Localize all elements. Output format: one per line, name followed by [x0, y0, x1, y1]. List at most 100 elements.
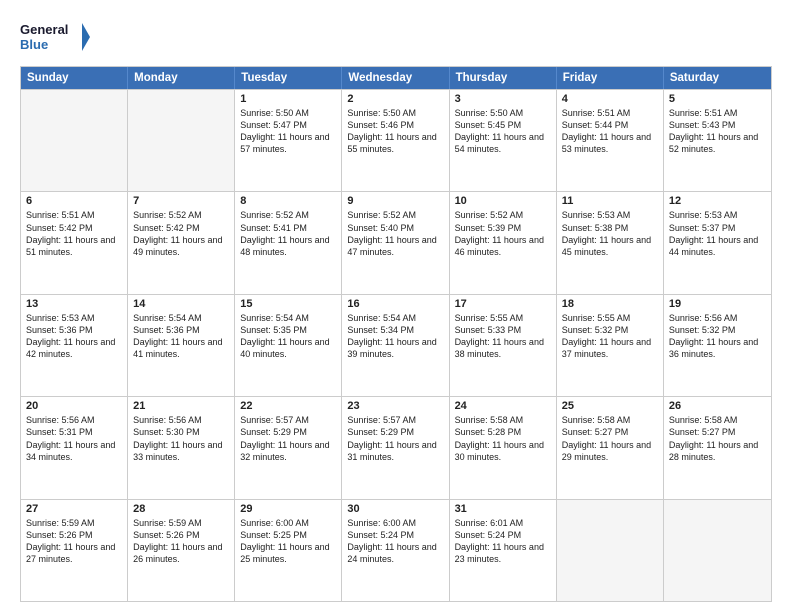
- day-info: Sunrise: 5:51 AM Sunset: 5:42 PM Dayligh…: [26, 209, 122, 258]
- day-cell-13: 13Sunrise: 5:53 AM Sunset: 5:36 PM Dayli…: [21, 295, 128, 396]
- day-number: 1: [240, 93, 336, 105]
- day-cell-4: 4 Sunrise: 5:51 AM Sunset: 5:44 PM Daylig…: [557, 90, 664, 191]
- header-day-tuesday: Tuesday: [235, 67, 342, 89]
- header: General Blue: [20, 18, 772, 56]
- day-cell-20: 20 Sunrise: 5:56 AM Sunset: 5:31 PM Dayli…: [21, 397, 128, 498]
- svg-text:Blue: Blue: [20, 37, 48, 52]
- day-number: 20: [26, 400, 122, 412]
- day-info: Sunrise: 5:57 AM Sunset: 5:29 PM Dayligh…: [240, 414, 336, 463]
- day-info: Sunrise: 5:51 AM Sunset: 5:43 PM Dayligh…: [669, 107, 766, 156]
- day-number: 2: [347, 93, 443, 105]
- day-cell-19: 19 Sunrise: 5:56 AM Sunset: 5:32 PM Dayli…: [664, 295, 771, 396]
- day-number: 3: [455, 93, 551, 105]
- calendar-row-4: 27Sunrise: 5:59 AM Sunset: 5:26 PM Dayli…: [21, 499, 771, 601]
- header-day-saturday: Saturday: [664, 67, 771, 89]
- day-cell-17: 17Sunrise: 5:55 AM Sunset: 5:33 PM Dayli…: [450, 295, 557, 396]
- day-info: Sunrise: 5:54 AM Sunset: 5:36 PM Dayligh…: [133, 312, 229, 361]
- day-cell-15: 15 Sunrise: 5:54 AM Sunset: 5:35 PM Dayli…: [235, 295, 342, 396]
- day-info: Sunrise: 5:52 AM Sunset: 5:41 PM Dayligh…: [240, 209, 336, 258]
- day-number: 15: [240, 298, 336, 310]
- calendar-row-0: 1 Sunrise: 5:50 AM Sunset: 5:47 PM Daylig…: [21, 89, 771, 191]
- day-cell-28: 28Sunrise: 5:59 AM Sunset: 5:26 PM Dayli…: [128, 500, 235, 601]
- day-cell-25: 25Sunrise: 5:58 AM Sunset: 5:27 PM Dayli…: [557, 397, 664, 498]
- day-info: Sunrise: 5:50 AM Sunset: 5:46 PM Dayligh…: [347, 107, 443, 156]
- calendar-row-3: 20 Sunrise: 5:56 AM Sunset: 5:31 PM Dayli…: [21, 396, 771, 498]
- day-number: 8: [240, 195, 336, 207]
- day-number: 24: [455, 400, 551, 412]
- day-number: 30: [347, 503, 443, 515]
- day-info: Sunrise: 5:57 AM Sunset: 5:29 PM Dayligh…: [347, 414, 443, 463]
- day-cell-21: 21 Sunrise: 5:56 AM Sunset: 5:30 PM Dayli…: [128, 397, 235, 498]
- day-info: Sunrise: 6:01 AM Sunset: 5:24 PM Dayligh…: [455, 517, 551, 566]
- empty-cell: [128, 90, 235, 191]
- empty-cell: [21, 90, 128, 191]
- logo-svg: General Blue: [20, 18, 90, 56]
- day-info: Sunrise: 5:51 AM Sunset: 5:44 PM Dayligh…: [562, 107, 658, 156]
- day-cell-12: 12 Sunrise: 5:53 AM Sunset: 5:37 PM Dayli…: [664, 192, 771, 293]
- day-cell-14: 14Sunrise: 5:54 AM Sunset: 5:36 PM Dayli…: [128, 295, 235, 396]
- empty-cell: [557, 500, 664, 601]
- day-cell-9: 9 Sunrise: 5:52 AM Sunset: 5:40 PM Daylig…: [342, 192, 449, 293]
- day-number: 18: [562, 298, 658, 310]
- day-info: Sunrise: 5:58 AM Sunset: 5:27 PM Dayligh…: [562, 414, 658, 463]
- day-info: Sunrise: 5:53 AM Sunset: 5:36 PM Dayligh…: [26, 312, 122, 361]
- header-day-sunday: Sunday: [21, 67, 128, 89]
- day-number: 31: [455, 503, 551, 515]
- day-cell-31: 31 Sunrise: 6:01 AM Sunset: 5:24 PM Dayli…: [450, 500, 557, 601]
- day-number: 19: [669, 298, 766, 310]
- day-info: Sunrise: 5:50 AM Sunset: 5:47 PM Dayligh…: [240, 107, 336, 156]
- day-info: Sunrise: 5:56 AM Sunset: 5:30 PM Dayligh…: [133, 414, 229, 463]
- day-info: Sunrise: 5:52 AM Sunset: 5:40 PM Dayligh…: [347, 209, 443, 258]
- calendar-row-1: 6Sunrise: 5:51 AM Sunset: 5:42 PM Daylig…: [21, 191, 771, 293]
- day-info: Sunrise: 5:56 AM Sunset: 5:32 PM Dayligh…: [669, 312, 766, 361]
- day-info: Sunrise: 5:58 AM Sunset: 5:27 PM Dayligh…: [669, 414, 766, 463]
- day-cell-18: 18 Sunrise: 5:55 AM Sunset: 5:32 PM Dayli…: [557, 295, 664, 396]
- day-cell-23: 23 Sunrise: 5:57 AM Sunset: 5:29 PM Dayli…: [342, 397, 449, 498]
- day-number: 26: [669, 400, 766, 412]
- header-day-wednesday: Wednesday: [342, 67, 449, 89]
- day-number: 28: [133, 503, 229, 515]
- day-number: 4: [562, 93, 658, 105]
- day-number: 12: [669, 195, 766, 207]
- day-cell-10: 10Sunrise: 5:52 AM Sunset: 5:39 PM Dayli…: [450, 192, 557, 293]
- page: General Blue SundayMondayTuesdayWednesda…: [0, 0, 792, 612]
- day-info: Sunrise: 5:52 AM Sunset: 5:39 PM Dayligh…: [455, 209, 551, 258]
- day-info: Sunrise: 5:53 AM Sunset: 5:38 PM Dayligh…: [562, 209, 658, 258]
- header-day-monday: Monday: [128, 67, 235, 89]
- day-info: Sunrise: 5:56 AM Sunset: 5:31 PM Dayligh…: [26, 414, 122, 463]
- day-cell-7: 7Sunrise: 5:52 AM Sunset: 5:42 PM Daylig…: [128, 192, 235, 293]
- day-info: Sunrise: 5:53 AM Sunset: 5:37 PM Dayligh…: [669, 209, 766, 258]
- day-cell-30: 30Sunrise: 6:00 AM Sunset: 5:24 PM Dayli…: [342, 500, 449, 601]
- day-info: Sunrise: 5:58 AM Sunset: 5:28 PM Dayligh…: [455, 414, 551, 463]
- day-cell-11: 11 Sunrise: 5:53 AM Sunset: 5:38 PM Dayli…: [557, 192, 664, 293]
- empty-cell: [664, 500, 771, 601]
- day-number: 9: [347, 195, 443, 207]
- day-cell-3: 3 Sunrise: 5:50 AM Sunset: 5:45 PM Daylig…: [450, 90, 557, 191]
- day-info: Sunrise: 5:55 AM Sunset: 5:32 PM Dayligh…: [562, 312, 658, 361]
- day-info: Sunrise: 5:54 AM Sunset: 5:35 PM Dayligh…: [240, 312, 336, 361]
- header-day-friday: Friday: [557, 67, 664, 89]
- day-cell-24: 24 Sunrise: 5:58 AM Sunset: 5:28 PM Dayli…: [450, 397, 557, 498]
- day-cell-29: 29Sunrise: 6:00 AM Sunset: 5:25 PM Dayli…: [235, 500, 342, 601]
- day-number: 7: [133, 195, 229, 207]
- day-info: Sunrise: 6:00 AM Sunset: 5:25 PM Dayligh…: [240, 517, 336, 566]
- day-cell-6: 6Sunrise: 5:51 AM Sunset: 5:42 PM Daylig…: [21, 192, 128, 293]
- day-cell-26: 26 Sunrise: 5:58 AM Sunset: 5:27 PM Dayli…: [664, 397, 771, 498]
- day-number: 11: [562, 195, 658, 207]
- day-info: Sunrise: 5:50 AM Sunset: 5:45 PM Dayligh…: [455, 107, 551, 156]
- svg-text:General: General: [20, 22, 68, 37]
- day-number: 21: [133, 400, 229, 412]
- calendar-header: SundayMondayTuesdayWednesdayThursdayFrid…: [21, 67, 771, 89]
- header-day-thursday: Thursday: [450, 67, 557, 89]
- calendar-body: 1 Sunrise: 5:50 AM Sunset: 5:47 PM Daylig…: [21, 89, 771, 601]
- calendar: SundayMondayTuesdayWednesdayThursdayFrid…: [20, 66, 772, 602]
- day-cell-1: 1 Sunrise: 5:50 AM Sunset: 5:47 PM Daylig…: [235, 90, 342, 191]
- day-number: 27: [26, 503, 122, 515]
- day-number: 5: [669, 93, 766, 105]
- day-cell-16: 16Sunrise: 5:54 AM Sunset: 5:34 PM Dayli…: [342, 295, 449, 396]
- day-cell-2: 2 Sunrise: 5:50 AM Sunset: 5:46 PM Daylig…: [342, 90, 449, 191]
- day-number: 22: [240, 400, 336, 412]
- logo: General Blue: [20, 18, 90, 56]
- day-number: 23: [347, 400, 443, 412]
- day-info: Sunrise: 5:54 AM Sunset: 5:34 PM Dayligh…: [347, 312, 443, 361]
